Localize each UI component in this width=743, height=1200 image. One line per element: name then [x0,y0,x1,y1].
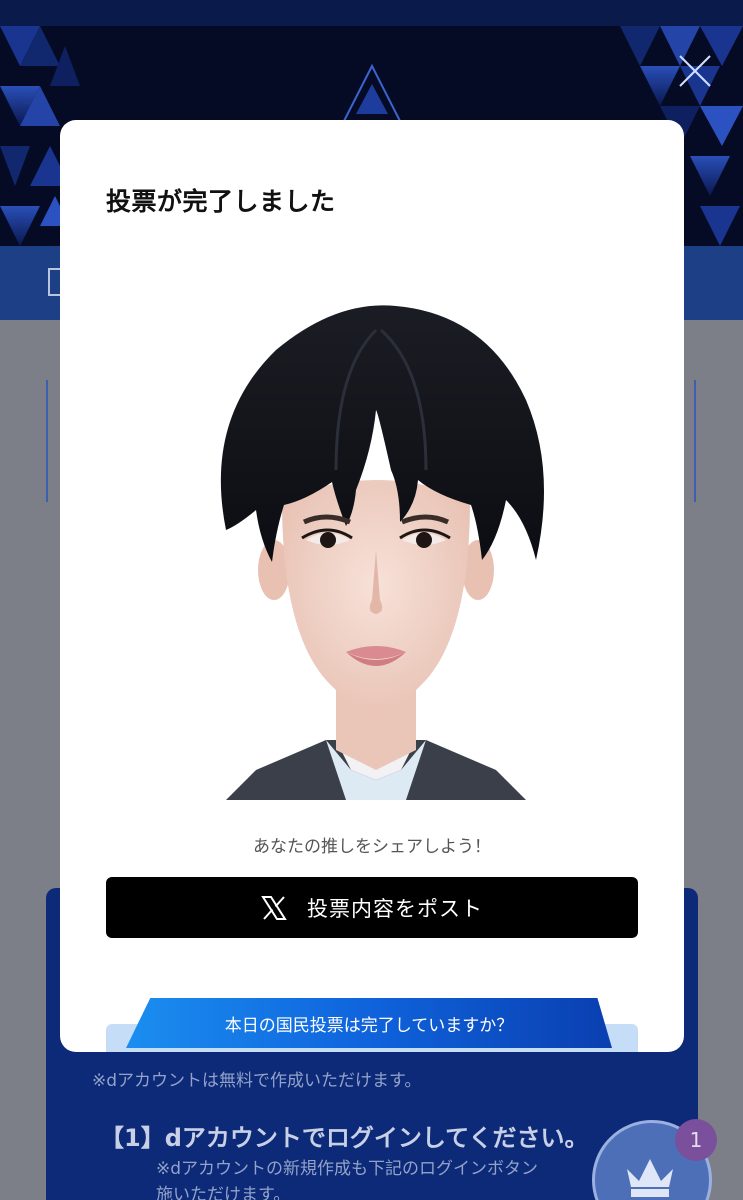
step-note-line1: ※dアカウントの新規作成も下記のログインボタン [156,1159,539,1179]
banner-label: 本日の国民投票は完了していますか？ [224,1015,514,1036]
share-prompt: あなたの推しをシェアしよう！ [253,837,491,857]
top-status-bar [0,0,743,26]
account-note: ※dアカウントは無料で作成いただけます。 [92,1071,422,1091]
trainee-portrait [220,305,544,800]
vote-complete-modal: 投票が完了しました あなたの推しをシェアしよう！ 投票内容をポスト 本日の国民投… [60,120,684,1052]
crown-icon [627,1159,673,1197]
x-logo-icon [261,895,287,920]
post-to-x-button[interactable]: 投票内容をポスト [106,877,638,938]
divider-left [46,380,48,502]
step-title: 【1】dアカウントでログインしてください。 [100,1124,589,1152]
banner-ribbon: 本日の国民投票は完了していますか？ [126,998,612,1048]
notification-badge: 1 [675,1119,717,1161]
step-note-line2: 施いただけます。 [156,1185,291,1200]
post-button-label: 投票内容をポスト [307,896,483,921]
daily-vote-banner[interactable]: 本日の国民投票は完了していますか？ [106,998,638,1052]
modal-title: 投票が完了しました [106,187,336,216]
divider-right [694,380,696,502]
